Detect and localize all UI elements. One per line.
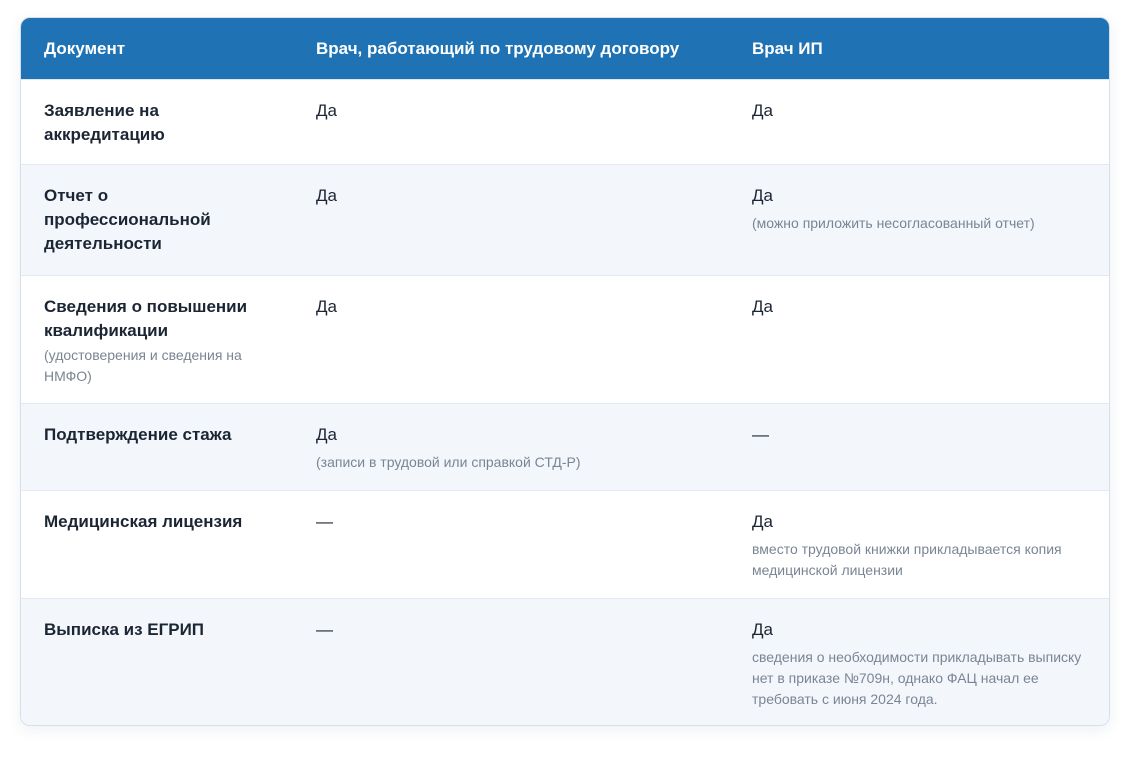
header-row: Документ Врач, работающий по трудовому д… [21,18,1109,80]
employee-value: — [316,620,333,639]
ip-value: Да [752,101,773,120]
document-cell: Подтверждение стажа [21,403,293,491]
comparison-table: Документ Врач, работающий по трудовому д… [21,18,1109,725]
ip-note: (можно приложить несогласованный отчет) [752,215,1035,231]
document-name: Заявление на аккредитацию [44,101,165,144]
ip-value: Да [752,512,773,531]
table-body: Заявление на аккредитацию Да Да Отчет о … [21,79,1109,725]
document-name: Подтверждение стажа [44,425,232,444]
ip-note: вместо трудовой книжки прикладывается ко… [752,541,1062,578]
document-cell: Отчет о профессиональной деятельности [21,164,293,276]
document-name: Сведения о повышении квалификации [44,297,248,340]
header-document: Документ [21,18,293,80]
table-row: Отчет о профессиональной деятельности Да… [21,164,1109,276]
comparison-table-card: Документ Врач, работающий по трудовому д… [20,17,1110,726]
employee-cell: — [293,598,729,725]
ip-cell: Да сведения о необходимости прикладывать… [729,598,1109,725]
document-cell: Сведения о повышении квалификации (удост… [21,275,293,404]
ip-cell: Да вместо трудовой книжки прикладывается… [729,490,1109,599]
table-row: Медицинская лицензия — Да вместо трудово… [21,490,1109,599]
ip-value: Да [752,620,773,639]
employee-value: Да [316,425,337,444]
employee-cell: Да [293,275,729,404]
ip-value: — [752,425,769,444]
employee-cell: Да [293,164,729,276]
table-header: Документ Врач, работающий по трудовому д… [21,18,1109,80]
table-row: Подтверждение стажа Да (записи в трудово… [21,403,1109,491]
table-row: Выписка из ЕГРИП — Да сведения о необход… [21,598,1109,725]
ip-note: сведения о необходимости прикладывать вы… [752,649,1082,707]
header-employee-doctor: Врач, работающий по трудовому договору [293,18,729,80]
document-name: Отчет о профессиональной деятельности [44,186,211,253]
employee-value: Да [316,186,337,205]
employee-value: Да [316,101,337,120]
document-cell: Заявление на аккредитацию [21,79,293,165]
ip-value: Да [752,297,773,316]
header-ip-doctor: Врач ИП [729,18,1109,80]
document-name: Выписка из ЕГРИП [44,620,205,639]
ip-cell: Да [729,275,1109,404]
employee-cell: — [293,490,729,599]
ip-cell: Да [729,79,1109,165]
document-name: Медицинская лицензия [44,512,243,531]
ip-cell: Да (можно приложить несогласованный отче… [729,164,1109,276]
employee-cell: Да [293,79,729,165]
ip-value: Да [752,186,773,205]
employee-note: (записи в трудовой или справкой СТД-Р) [316,454,581,470]
employee-value: — [316,512,333,531]
employee-value: Да [316,297,337,316]
document-cell: Выписка из ЕГРИП [21,598,293,725]
document-cell: Медицинская лицензия [21,490,293,599]
ip-cell: — [729,403,1109,491]
table-row: Сведения о повышении квалификации (удост… [21,275,1109,404]
table-row: Заявление на аккредитацию Да Да [21,79,1109,165]
employee-cell: Да (записи в трудовой или справкой СТД-Р… [293,403,729,491]
document-note: (удостоверения и сведения на НМФО) [44,347,242,384]
